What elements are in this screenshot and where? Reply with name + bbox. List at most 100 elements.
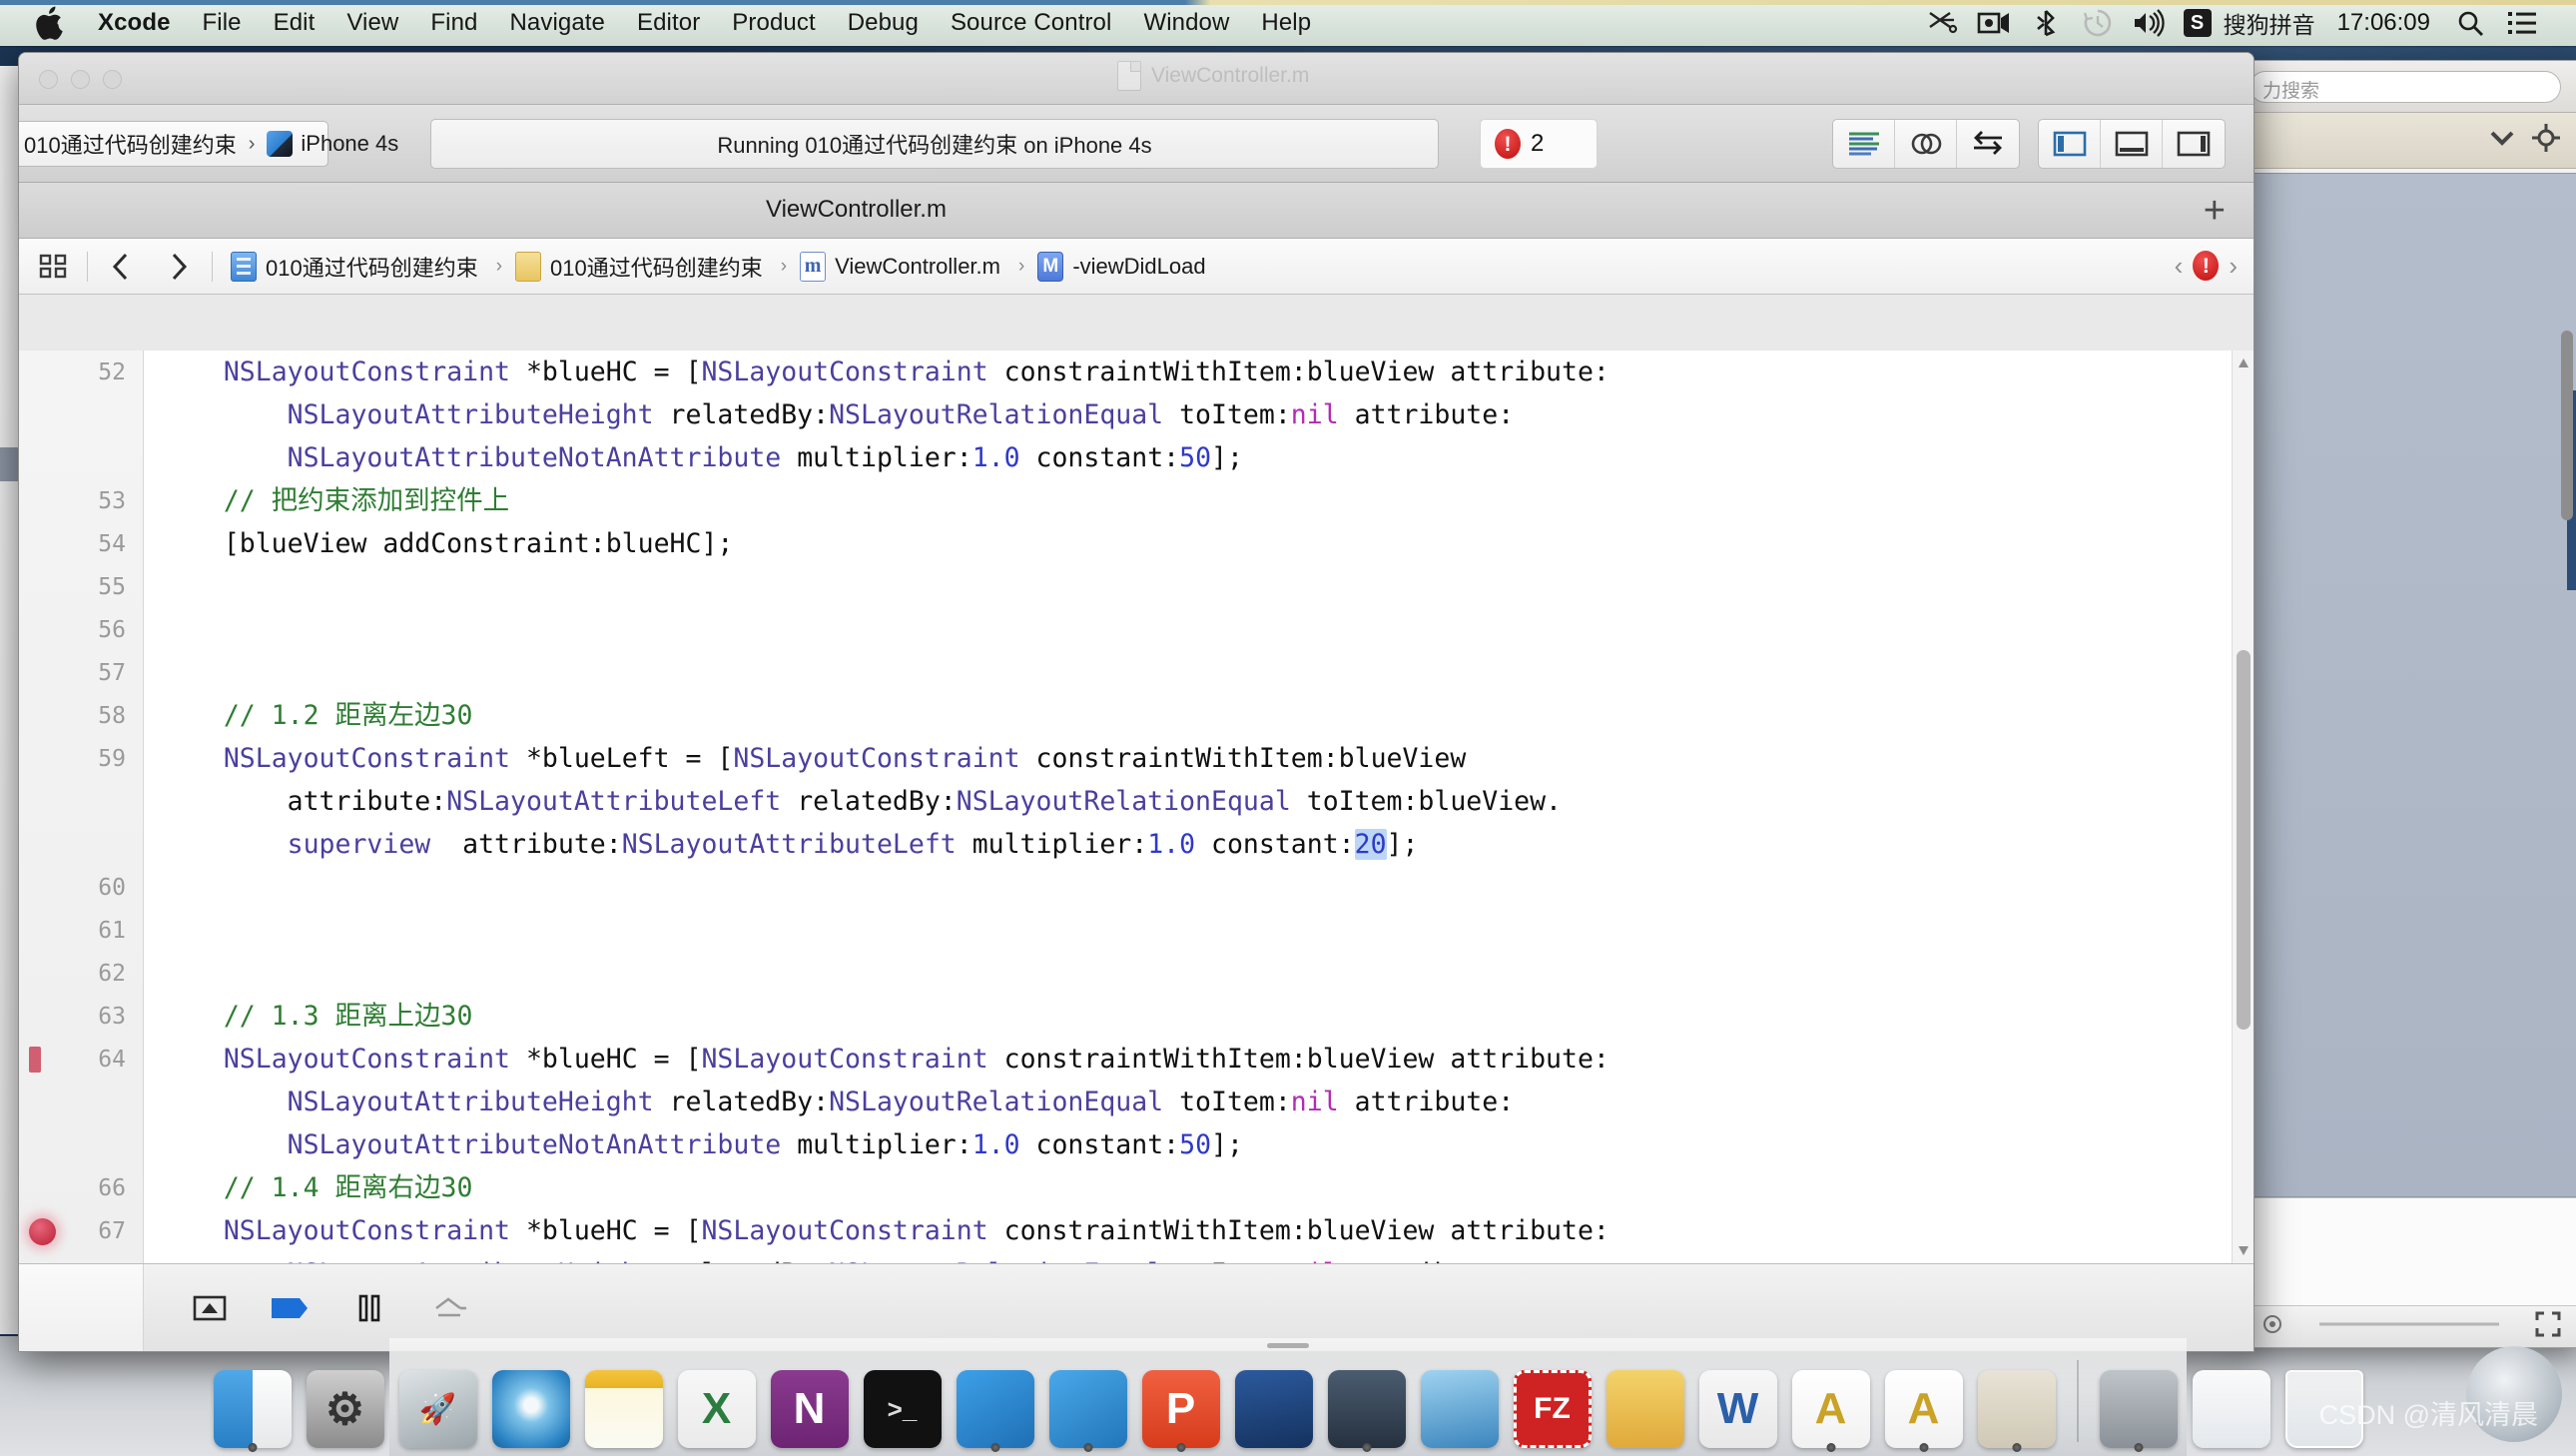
previous-issue-button[interactable]: ‹ <box>2175 251 2184 282</box>
chevron-down-icon[interactable] <box>2487 128 2517 153</box>
ime-label[interactable]: 搜狗拼音 <box>2216 6 2323 40</box>
dock-item-preview[interactable] <box>1974 1356 2060 1448</box>
gutter-line-59[interactable]: 59 <box>19 737 144 780</box>
scheme-selector[interactable]: 010通过代码创建约束 › iPhone 4s <box>18 121 328 167</box>
dock-item-sketch[interactable] <box>1231 1356 1317 1448</box>
apple-logo-icon[interactable] <box>36 6 66 40</box>
dock-item-php-storm[interactable]: P <box>1138 1356 1224 1448</box>
gutter-wrapped-line[interactable] <box>19 1081 144 1123</box>
scheme-device-label[interactable]: iPhone 4s <box>301 131 398 157</box>
scissors-icon[interactable] <box>1916 0 1968 46</box>
version-editor-icon[interactable] <box>1957 120 2019 168</box>
gutter-line-64[interactable]: 64 <box>19 1038 144 1081</box>
code-line[interactable] <box>160 952 2254 995</box>
gutter-line-63[interactable]: 63 <box>19 995 144 1038</box>
gutter-wrapped-line[interactable] <box>19 1123 144 1166</box>
code-line[interactable]: NSLayoutAttributeHeight relatedBy:NSLayo… <box>160 1252 2254 1263</box>
gutter-wrapped-line[interactable] <box>19 780 144 823</box>
breadcrumb-item-4[interactable]: M-viewDidLoad <box>1037 252 1209 282</box>
dock-item-screen-sharing[interactable] <box>2096 1356 2182 1448</box>
gutter-line-61[interactable]: 61 <box>19 909 144 952</box>
code-line[interactable]: attribute:NSLayoutAttributeLeft relatedB… <box>160 780 2254 823</box>
dock-item-system-preferences[interactable]: ⚙ <box>303 1356 388 1448</box>
gutter-wrapped-line[interactable] <box>19 436 144 479</box>
code-line[interactable]: NSLayoutAttributeHeight relatedBy:NSLayo… <box>160 393 2254 436</box>
dock-item-terminal[interactable]: >_ <box>860 1356 946 1448</box>
code-line[interactable] <box>160 608 2254 651</box>
code-line[interactable]: NSLayoutConstraint *blueHC = [NSLayoutCo… <box>160 351 2254 393</box>
slider-track[interactable] <box>2319 1317 2499 1336</box>
code-line[interactable]: NSLayoutAttributeHeight relatedBy:NSLayo… <box>160 1081 2254 1123</box>
dock-item-photos[interactable] <box>1417 1356 1503 1448</box>
editor-gutter[interactable]: 5253545556575859606162636466676869 <box>19 351 144 1263</box>
dock-item-onenote[interactable]: N <box>767 1356 853 1448</box>
gutter-line-67[interactable]: 67 <box>19 1209 144 1252</box>
background-window-search-input[interactable]: 力搜索 <box>2250 71 2561 103</box>
dock-resize-handle[interactable] <box>1267 1343 1309 1348</box>
menu-item-source-control[interactable]: Source Control <box>935 0 1127 46</box>
menu-item-edit[interactable]: Edit <box>258 0 331 46</box>
toggle-debug-area-icon[interactable] <box>2101 120 2163 168</box>
gutter-line-58[interactable]: 58 <box>19 694 144 737</box>
toggle-utilities-icon[interactable] <box>2163 120 2225 168</box>
breakpoint-toggle-icon[interactable] <box>268 1288 312 1328</box>
ime-badge[interactable]: S <box>2184 9 2212 37</box>
dock[interactable]: ⚙🚀XN>_PFZWAA <box>389 1338 2187 1456</box>
gutter-line-57[interactable]: 57 <box>19 651 144 694</box>
dock-item-word[interactable]: W <box>1695 1356 1781 1448</box>
scroll-down-icon[interactable] <box>2237 1243 2251 1257</box>
menu-item-product[interactable]: Product <box>716 0 831 46</box>
assistant-editor-icon[interactable] <box>1895 120 1957 168</box>
dock-item-xcode-beta[interactable] <box>1045 1356 1131 1448</box>
pause-icon[interactable] <box>347 1288 391 1328</box>
gutter-line-54[interactable]: 54 <box>19 522 144 565</box>
xcode-window[interactable]: ViewController.m 010通过代码创建约束 › iPhone 4s… <box>18 52 2254 1352</box>
dock-item-safari[interactable] <box>488 1356 574 1448</box>
gutter-wrapped-line[interactable] <box>19 393 144 436</box>
dock-item-imovie[interactable] <box>1324 1356 1410 1448</box>
dock-item-filezilla[interactable]: FZ <box>1510 1356 1596 1448</box>
dock-item-font-book-a[interactable]: A <box>1788 1356 1874 1448</box>
error-icon[interactable]: ! <box>2193 251 2219 281</box>
scrollbar-thumb[interactable] <box>2237 650 2251 1030</box>
dock-item-excel[interactable]: X <box>674 1356 760 1448</box>
background-window[interactable]: 力搜索 <box>2235 60 2576 1348</box>
dock-item-documents-stack[interactable] <box>2189 1356 2274 1448</box>
menu-item-window[interactable]: Window <box>1127 0 1245 46</box>
scheme-project-label[interactable]: 010通过代码创建约束 <box>24 128 237 160</box>
scrollbar-thumb[interactable] <box>2561 331 2573 520</box>
background-window-scrollbar[interactable] <box>2559 191 2575 710</box>
step-over-icon[interactable] <box>427 1288 471 1328</box>
code-line[interactable]: NSLayoutConstraint *blueHC = [NSLayoutCo… <box>160 1038 2254 1081</box>
code-line[interactable]: [blueView addConstraint:blueHC]; <box>160 522 2254 565</box>
gutter-line-52[interactable]: 52 <box>19 351 144 393</box>
bluetooth-icon[interactable] <box>2020 0 2072 46</box>
dock-item-launchpad[interactable]: 🚀 <box>395 1356 481 1448</box>
menu-item-xcode[interactable]: Xcode <box>82 0 187 46</box>
menu-item-find[interactable]: Find <box>414 0 493 46</box>
code-line[interactable]: superview attribute:NSLayoutAttributeLef… <box>160 823 2254 866</box>
gutter-line-60[interactable]: 60 <box>19 866 144 909</box>
related-items-icon[interactable] <box>25 240 83 294</box>
error-marker[interactable] <box>29 1218 56 1245</box>
add-tab-button[interactable]: + <box>2204 191 2226 231</box>
record-icon[interactable] <box>2261 1313 2283 1340</box>
menu-bar-clock[interactable]: 17:06:09 <box>2323 9 2444 37</box>
code-line[interactable]: NSLayoutConstraint *blueHC = [NSLayoutCo… <box>160 1209 2254 1252</box>
gutter-line-55[interactable]: 55 <box>19 565 144 608</box>
code-line[interactable] <box>160 909 2254 952</box>
code-line[interactable]: // 1.2 距离左边30 <box>160 694 2254 737</box>
code-line[interactable]: NSLayoutAttributeNotAnAttribute multipli… <box>160 1123 2254 1166</box>
navigate-forward-button[interactable] <box>150 240 208 294</box>
gutter-line-62[interactable]: 62 <box>19 952 144 995</box>
breadcrumb-item-3[interactable]: mViewController.m› <box>800 252 1037 282</box>
gutter-wrapped-line[interactable] <box>19 1252 144 1263</box>
code-line[interactable] <box>160 866 2254 909</box>
tab-view-controller[interactable]: ViewController.m <box>766 196 947 224</box>
minimize-button[interactable] <box>71 70 90 89</box>
code-line[interactable] <box>160 651 2254 694</box>
code-line[interactable]: NSLayoutConstraint *blueLeft = [NSLayout… <box>160 737 2254 780</box>
source-editor[interactable]: 5253545556575859606162636466676869 NSLay… <box>19 351 2254 1263</box>
gutter-wrapped-line[interactable] <box>19 823 144 866</box>
menu-item-navigate[interactable]: Navigate <box>493 0 621 46</box>
